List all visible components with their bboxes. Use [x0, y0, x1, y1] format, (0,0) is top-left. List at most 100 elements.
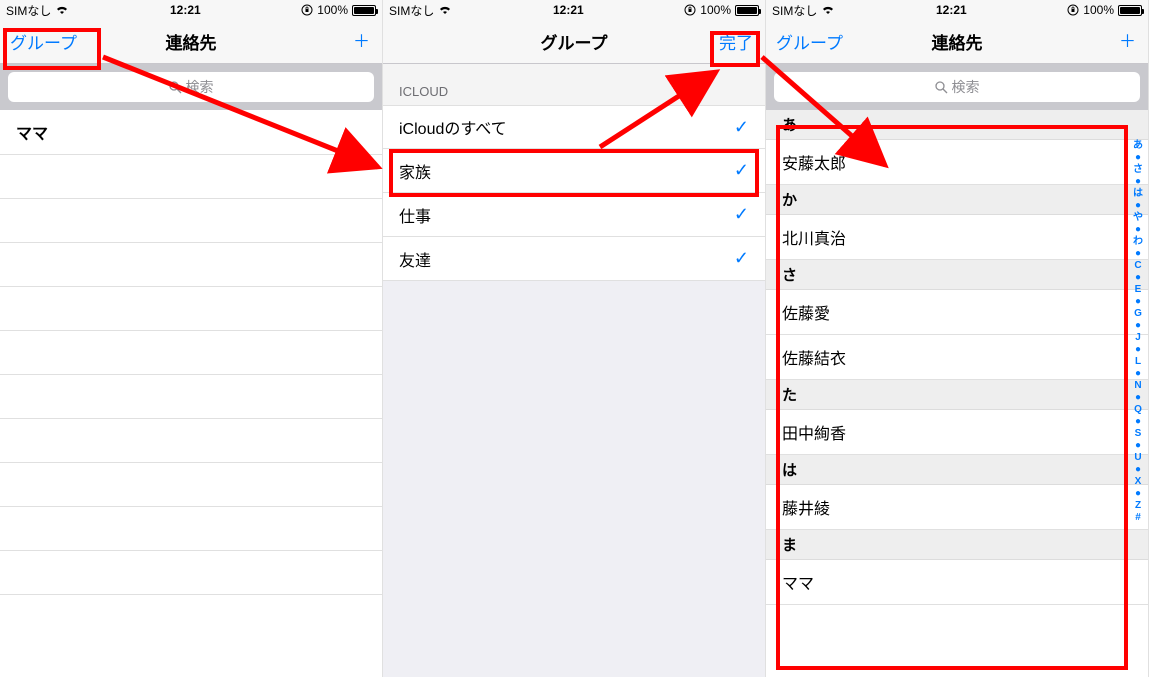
orientation-lock-icon	[1067, 4, 1079, 16]
contacts-section-header: か	[766, 185, 1148, 215]
empty-row	[0, 155, 382, 199]
index-letter[interactable]: S	[1135, 428, 1142, 439]
index-letter[interactable]: ●	[1135, 296, 1141, 307]
battery-pct-label: 100%	[317, 3, 348, 17]
clock-label: 12:21	[936, 3, 967, 17]
clock-label: 12:21	[553, 3, 584, 17]
contacts-list[interactable]: あ安藤太郎か北川真治さ佐藤愛佐藤結衣た田中絢香は藤井綾まママ	[766, 110, 1148, 677]
section-header-icloud: ICLOUD	[383, 64, 765, 105]
index-letter[interactable]: E	[1135, 284, 1142, 295]
contact-row[interactable]: 田中絢香	[766, 410, 1148, 455]
checkmark-icon: ✓	[734, 248, 749, 269]
empty-row	[0, 243, 382, 287]
index-letter[interactable]: Q	[1134, 404, 1142, 415]
contacts-section-header: た	[766, 380, 1148, 410]
index-letter[interactable]: ●	[1135, 368, 1141, 379]
groups-button[interactable]: グループ	[10, 29, 77, 54]
group-row-family[interactable]: 家族 ✓	[383, 149, 765, 193]
index-letter[interactable]: ●	[1135, 152, 1141, 163]
index-letter[interactable]: あ	[1133, 140, 1143, 151]
contacts-section-header: さ	[766, 260, 1148, 290]
checkmark-icon: ✓	[734, 117, 749, 138]
index-letter[interactable]: ●	[1135, 248, 1141, 259]
index-letter[interactable]: ●	[1135, 176, 1141, 187]
index-letter[interactable]: G	[1134, 308, 1142, 319]
battery-pct-label: 100%	[700, 3, 731, 17]
carrier-label: SIMなし	[6, 2, 51, 19]
phone-screen-1: SIMなし 12:21 100% グループ 連絡先 ＋ 検索 ママ	[0, 0, 383, 677]
carrier-label: SIMなし	[389, 2, 434, 19]
status-bar: SIMなし 12:21 100%	[766, 0, 1148, 20]
index-letter[interactable]: C	[1134, 260, 1141, 271]
contact-row[interactable]: ママ	[766, 560, 1148, 605]
battery-icon	[352, 5, 376, 16]
empty-row	[0, 199, 382, 243]
nav-title: 連絡先	[166, 29, 217, 54]
contact-row[interactable]: ママ	[0, 110, 382, 155]
phone-screen-3: SIMなし 12:21 100% グループ 連絡先 ＋ 検索 あ安藤太郎か北川真…	[766, 0, 1149, 677]
search-input[interactable]: 検索	[774, 72, 1140, 102]
status-bar: SIMなし 12:21 100%	[383, 0, 765, 20]
index-letter[interactable]: U	[1134, 452, 1141, 463]
search-bar-container: 検索	[766, 64, 1148, 110]
index-letter[interactable]: Z	[1135, 500, 1141, 511]
index-letter[interactable]: #	[1135, 512, 1141, 523]
search-input[interactable]: 検索	[8, 72, 374, 102]
index-letter[interactable]: ●	[1135, 440, 1141, 451]
index-letter[interactable]: ●	[1135, 344, 1141, 355]
contact-row[interactable]: 佐藤結衣	[766, 335, 1148, 380]
index-letter[interactable]: ●	[1135, 224, 1141, 235]
contacts-list[interactable]: ママ	[0, 110, 382, 677]
index-letter[interactable]: ●	[1135, 416, 1141, 427]
contact-name: ママ	[16, 126, 48, 143]
battery-icon	[735, 5, 759, 16]
checkmark-icon: ✓	[734, 204, 749, 225]
group-label: 家族	[399, 159, 431, 183]
index-letter[interactable]: は	[1133, 188, 1143, 199]
contact-row[interactable]: 安藤太郎	[766, 140, 1148, 185]
contacts-section-header: は	[766, 455, 1148, 485]
index-letter[interactable]: N	[1134, 380, 1141, 391]
group-row-all-icloud[interactable]: iCloudのすべて ✓	[383, 105, 765, 149]
nav-title: グループ	[541, 29, 608, 54]
search-placeholder: 検索	[186, 77, 214, 97]
empty-row	[0, 507, 382, 551]
wifi-icon	[55, 5, 69, 15]
group-row-friends[interactable]: 友達 ✓	[383, 237, 765, 281]
nav-bar: グループ 連絡先 ＋	[0, 20, 382, 64]
index-letter[interactable]: ●	[1135, 272, 1141, 283]
checkmark-icon: ✓	[734, 160, 749, 181]
index-letter[interactable]: L	[1135, 356, 1141, 367]
index-letter[interactable]: ●	[1135, 464, 1141, 475]
nav-title: 連絡先	[932, 29, 983, 54]
status-bar: SIMなし 12:21 100%	[0, 0, 382, 20]
search-placeholder: 検索	[952, 77, 980, 97]
index-letter[interactable]: X	[1135, 476, 1142, 487]
contact-row[interactable]: 北川真治	[766, 215, 1148, 260]
group-label: iCloudのすべて	[399, 115, 507, 139]
add-contact-button[interactable]: ＋	[353, 33, 370, 50]
search-icon	[169, 81, 182, 94]
contacts-section-header: ま	[766, 530, 1148, 560]
done-button[interactable]: 完了	[719, 29, 753, 54]
contact-row[interactable]: 佐藤愛	[766, 290, 1148, 335]
index-letter[interactable]: わ	[1133, 236, 1143, 247]
index-bar[interactable]: あ●さ●は●や●わ●C●E●G●J●L●N●Q●S●U●X●Z#	[1130, 140, 1146, 667]
index-letter[interactable]: ●	[1135, 488, 1141, 499]
nav-bar: グループ 連絡先 ＋	[766, 20, 1148, 64]
index-letter[interactable]: や	[1133, 212, 1143, 223]
index-letter[interactable]: さ	[1133, 164, 1143, 175]
group-label: 仕事	[399, 203, 431, 227]
battery-pct-label: 100%	[1083, 3, 1114, 17]
group-row-work[interactable]: 仕事 ✓	[383, 193, 765, 237]
index-letter[interactable]: ●	[1135, 392, 1141, 403]
index-letter[interactable]: ●	[1135, 200, 1141, 211]
index-letter[interactable]: J	[1135, 332, 1141, 343]
empty-row	[0, 551, 382, 595]
groups-button[interactable]: グループ	[776, 29, 843, 54]
index-letter[interactable]: ●	[1135, 320, 1141, 331]
contact-row[interactable]: 藤井綾	[766, 485, 1148, 530]
groups-list[interactable]: ICLOUD iCloudのすべて ✓ 家族 ✓ 仕事 ✓ 友達 ✓	[383, 64, 765, 677]
empty-row	[0, 331, 382, 375]
add-contact-button[interactable]: ＋	[1119, 33, 1136, 50]
